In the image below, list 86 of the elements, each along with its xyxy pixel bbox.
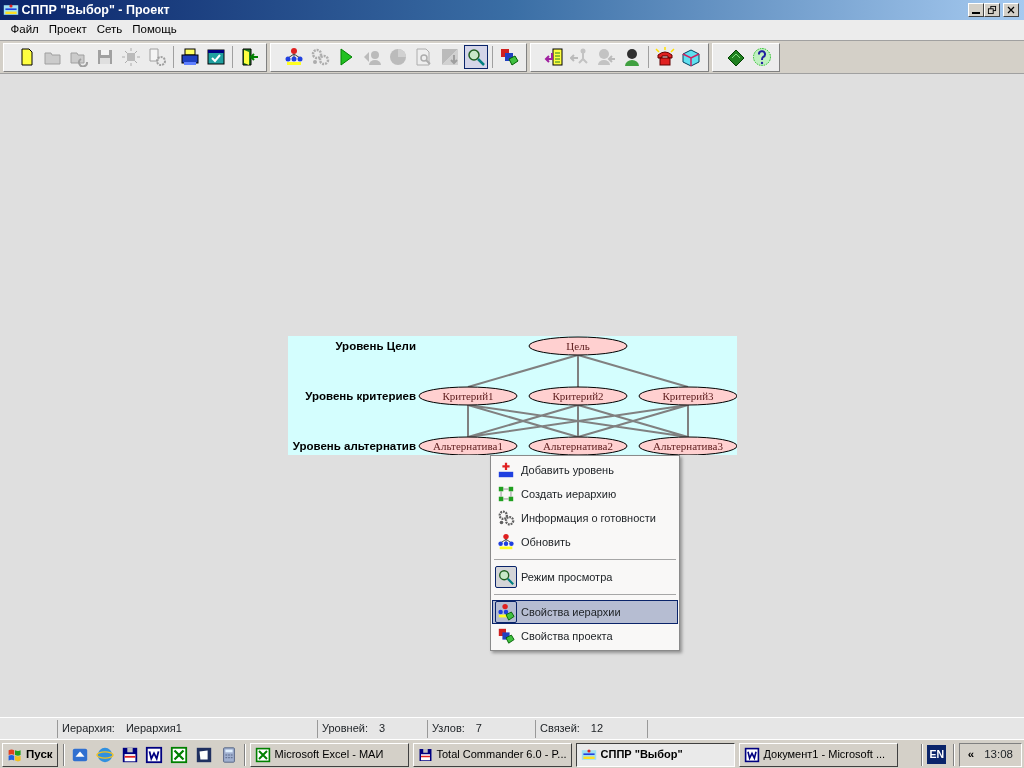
clock: 13:08 — [984, 746, 1013, 762]
tray-toggle-button[interactable]: « — [967, 745, 975, 764]
diagram-node[interactable]: Цель — [528, 336, 627, 356]
diagram-node[interactable]: Критерий2 — [528, 386, 627, 406]
toolbar-button[interactable] — [464, 45, 488, 69]
pie-icon — [388, 47, 408, 67]
status-value: 7 — [475, 721, 482, 737]
menu-item[interactable]: Сеть — [91, 19, 128, 41]
help-icon — [752, 47, 772, 67]
menu-item-label: Добавить уровень — [521, 462, 614, 478]
level-label: Уровень альтернатив — [292, 440, 416, 452]
status-label: Иерархия: — [62, 721, 115, 737]
windows-flag-icon — [7, 746, 23, 763]
document-arrow-icon — [544, 47, 564, 67]
window-check-icon — [206, 47, 226, 67]
menu-item[interactable]: Добавить уровень — [492, 458, 678, 482]
taskbar-button[interactable]: Документ1 - Microsoft ... — [738, 742, 898, 767]
gears-icon — [497, 509, 515, 527]
properties-icon — [497, 627, 515, 645]
hierarchy-properties-icon — [497, 603, 515, 621]
app-icon — [2, 2, 19, 18]
language-indicator[interactable]: EN — [927, 744, 947, 765]
excel-icon — [170, 745, 189, 764]
taskbar-button[interactable]: СППР "Выбор" — [575, 742, 735, 767]
diagram-node[interactable]: Альтернатива1 — [418, 436, 517, 455]
search-icon — [466, 47, 486, 67]
properties-icon — [499, 47, 519, 67]
person-arrow-icon — [596, 47, 616, 67]
lamp-icon — [121, 47, 141, 67]
add-level-icon — [497, 461, 515, 479]
menu-item[interactable]: Файл — [5, 19, 44, 41]
search-icon — [497, 568, 515, 586]
phone-icon — [655, 47, 675, 67]
menu-item-label: Свойства иерархии — [521, 604, 621, 620]
menu-item[interactable]: Создать иерархию — [492, 482, 678, 506]
close-button[interactable] — [1002, 3, 1019, 17]
taskbar-button[interactable]: Total Commander 6.0 - P... — [412, 742, 572, 767]
diagram-node[interactable]: Альтернатива3 — [638, 436, 737, 455]
book-icon — [726, 47, 746, 67]
excel-icon — [254, 746, 271, 763]
menu-item-label: Информация о готовности — [521, 510, 656, 526]
diagram-node[interactable]: Критерий1 — [418, 386, 517, 406]
toolbar-button[interactable] — [542, 45, 566, 69]
menu-item[interactable]: Помощь — [127, 19, 182, 41]
menu-item-label: Создать иерархию — [521, 486, 617, 502]
gears-icon — [310, 47, 330, 67]
menu-item[interactable]: Свойства иерархии — [492, 600, 678, 624]
box-icon — [681, 47, 701, 67]
nodes-icon — [497, 485, 515, 503]
menu-item[interactable]: Свойства проекта — [492, 624, 678, 648]
menu-item-label: Обновить — [521, 534, 571, 550]
start-button[interactable]: Пуск — [2, 742, 58, 767]
status-value: 3 — [378, 721, 386, 737]
minimize-icon — [971, 12, 980, 14]
document-gear-icon — [147, 47, 167, 67]
menu-item[interactable]: Информация о готовности — [492, 506, 678, 530]
door-arrow-icon — [239, 47, 259, 67]
toolbar-button[interactable] — [750, 45, 774, 69]
globe-icon — [95, 745, 114, 764]
status-label: Узлов: — [432, 721, 465, 737]
menu-item[interactable]: Режим просмотра — [492, 565, 678, 589]
hierarchy-icon — [497, 533, 515, 551]
word-icon — [743, 746, 760, 763]
window-icon — [194, 745, 213, 764]
toolbar-button[interactable] — [653, 45, 677, 69]
window-title: СППР "Выбор" - Проект — [21, 1, 171, 19]
hierarchy-icon — [284, 47, 304, 67]
status-value: Иерархия1 — [125, 721, 182, 737]
menu-item-label: Свойства проекта — [521, 628, 613, 644]
restore-icon — [985, 4, 998, 16]
person-icon — [622, 47, 642, 67]
menu-item-label: Режим просмотра — [521, 569, 613, 585]
word-icon — [145, 745, 164, 764]
printer-icon — [180, 47, 200, 67]
status-value: 12 — [590, 721, 604, 737]
taskbar-button[interactable]: Microsoft Excel - МАИ — [249, 742, 409, 767]
arrow-square-icon — [440, 47, 460, 67]
level-label: Уровень критериев — [304, 390, 416, 402]
diagram-node[interactable]: Критерий3 — [638, 386, 737, 406]
menu-item[interactable]: Обновить — [492, 530, 678, 554]
minimize-button[interactable] — [967, 3, 984, 17]
status-label: Уровней: — [322, 721, 368, 737]
status-label: Связей: — [540, 721, 580, 737]
level-label: Уровень Цели — [334, 340, 416, 352]
menu-item[interactable]: Проект — [43, 19, 92, 41]
diagram-node[interactable]: Альтернатива2 — [528, 436, 627, 455]
